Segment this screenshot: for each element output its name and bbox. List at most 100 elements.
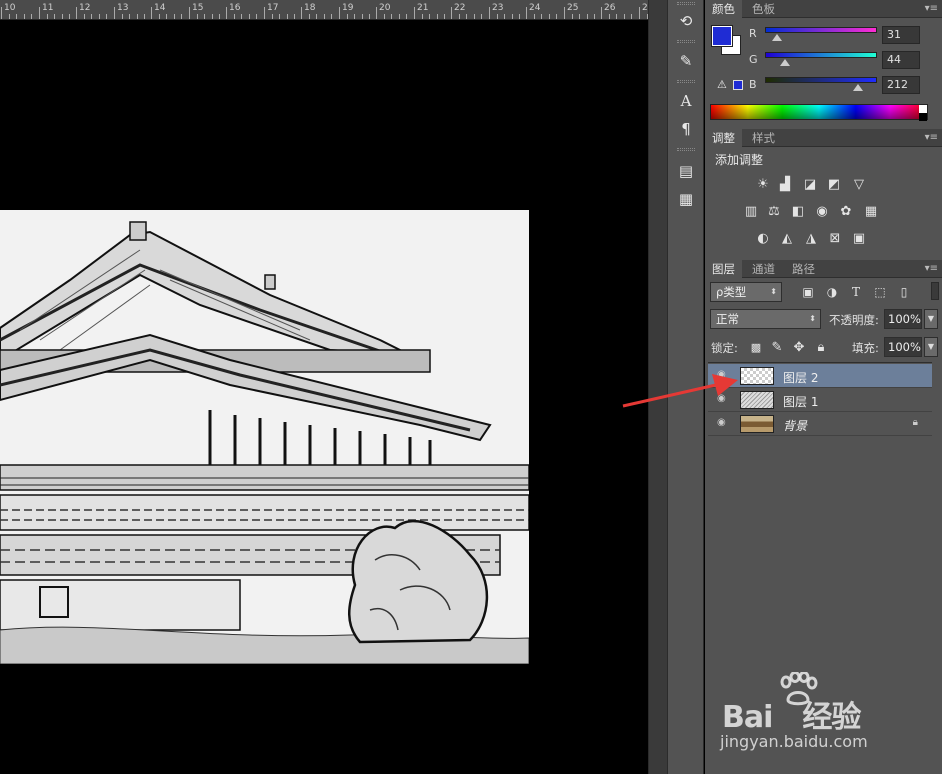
color-spectrum-bar[interactable] [710,104,928,121]
curves-icon[interactable]: ◪ [802,178,818,192]
paragraph-icon[interactable]: ¶ [674,118,698,140]
tab-paths[interactable]: 路径 [785,260,822,278]
pixel-filter-icon[interactable]: ▣ [801,285,815,299]
red-arrow-annotation [622,374,738,408]
r-slider-thumb[interactable] [772,34,782,41]
tab-layers[interactable]: 图层 [705,260,742,278]
foreground-color-swatch[interactable] [711,25,733,47]
lock-position-icon[interactable]: ✥ [791,341,807,355]
panel-grip[interactable] [677,148,695,151]
fill-label: 填充: [852,341,879,355]
adjustment-filter-icon[interactable]: ◑ [825,285,839,299]
ruler-major-tick [376,7,377,19]
ruler-label: 16 [229,3,241,13]
b-slider-thumb[interactable] [853,84,863,91]
ruler-minor-tick [354,14,355,19]
notes-icon[interactable]: ▦ [674,188,698,210]
ruler-major-tick [1,7,2,19]
filter-toggle[interactable] [931,282,939,300]
document-canvas[interactable] [0,21,648,774]
vibrance-icon[interactable]: ▽ [851,178,867,192]
ruler-minor-tick [519,14,520,19]
ruler-minor-tick [459,14,460,19]
lock-image-pixels-icon[interactable]: ✎ [769,341,785,355]
gradient-map-icon[interactable]: ▣ [851,232,867,246]
lock-transparent-pixels-icon[interactable]: ▩ [748,341,764,355]
panel-menu-icon[interactable]: ▾≡ [925,263,938,274]
fill-field[interactable]: 100% [884,337,922,357]
ruler-minor-tick [324,14,325,19]
ruler-minor-tick [422,14,423,19]
color-balance-icon[interactable]: ⚖ [766,205,782,219]
ruler-minor-tick [99,14,100,19]
ruler-minor-tick [384,14,385,19]
black-white-icon[interactable]: ◧ [790,205,806,219]
tab-styles[interactable]: 样式 [745,129,782,147]
layer-name: 背景 [783,419,808,433]
ruler-minor-tick [241,14,242,19]
character-icon[interactable]: A [674,90,698,112]
invert-icon[interactable]: ◐ [755,232,771,246]
ruler-minor-tick [347,14,348,19]
ruler-minor-tick [144,14,145,19]
g-slider[interactable] [765,52,877,58]
smart-object-filter-icon[interactable]: ▯ [897,285,911,299]
channel-mixer-icon[interactable]: ✿ [838,205,854,219]
ruler-major-tick [489,7,490,19]
opacity-dropdown-arrow[interactable]: ▼ [924,309,938,329]
levels-icon[interactable]: ▟ [777,178,793,192]
tab-color[interactable]: 颜色 [705,0,742,18]
history-icon[interactable]: ⟲ [674,10,698,32]
ruler-minor-tick [549,14,550,19]
canvas-image [0,210,529,664]
shape-filter-icon[interactable]: ⬚ [873,285,887,299]
info-icon[interactable]: ▤ [674,160,698,182]
type-filter-icon[interactable]: T [849,285,863,299]
gamut-warning-icon[interactable]: ⚠ [717,78,727,91]
ruler-label: 10 [4,3,16,13]
posterize-icon[interactable]: ◭ [779,232,795,246]
ruler-minor-tick [129,14,130,19]
panel-grip[interactable] [677,2,695,5]
fill-dropdown-arrow[interactable]: ▼ [924,337,938,357]
web-safe-color-icon[interactable] [733,80,743,90]
baidu-logo: Bai 经验 [722,700,861,735]
panel-grip[interactable] [677,80,695,83]
ruler-minor-tick [91,14,92,19]
color-lookup-icon[interactable]: ▦ [863,205,879,219]
photo-filter-icon[interactable]: ◉ [814,205,830,219]
ruler-minor-tick [47,14,48,19]
threshold-icon[interactable]: ◮ [803,232,819,246]
updown-arrow-icon: ⬍ [809,314,816,323]
brightness-contrast-icon[interactable]: ☀ [755,178,771,192]
opacity-field[interactable]: 100% [884,309,922,329]
ruler-minor-tick [181,14,182,19]
exposure-icon[interactable]: ◩ [826,178,842,192]
ruler-label: 14 [154,3,166,13]
selective-color-icon[interactable]: ⊠ [827,232,843,246]
blend-mode-select[interactable]: 正常 ⬍ [710,309,821,329]
b-slider[interactable] [765,77,877,83]
ruler-major-tick [301,7,302,19]
lock-all-icon[interactable]: 🔒︎ [813,341,829,355]
hue-saturation-icon[interactable]: ▥ [743,205,759,219]
tab-swatches[interactable]: 色板 [745,0,782,18]
tab-adjustments[interactable]: 调整 [705,129,742,147]
brush-preset-icon[interactable]: ✎ [674,50,698,72]
ruler-major-tick [414,7,415,19]
layer-filter-kind-select[interactable]: ρ类型 ⬍ [710,282,782,302]
ruler-minor-tick [481,14,482,19]
r-value-field[interactable]: 31 [882,26,920,44]
tab-channels[interactable]: 通道 [745,260,782,278]
ruler-minor-tick [504,14,505,19]
ruler-major-tick [39,7,40,19]
panel-grip[interactable] [677,40,695,43]
g-value-field[interactable]: 44 [882,51,920,69]
panel-menu-icon[interactable]: ▾≡ [925,3,938,14]
b-value-field[interactable]: 212 [882,76,920,94]
ruler-minor-tick [406,14,407,19]
ruler-minor-tick [497,14,498,19]
panel-menu-icon[interactable]: ▾≡ [925,132,938,143]
g-slider-thumb[interactable] [780,59,790,66]
r-slider[interactable] [765,27,877,33]
